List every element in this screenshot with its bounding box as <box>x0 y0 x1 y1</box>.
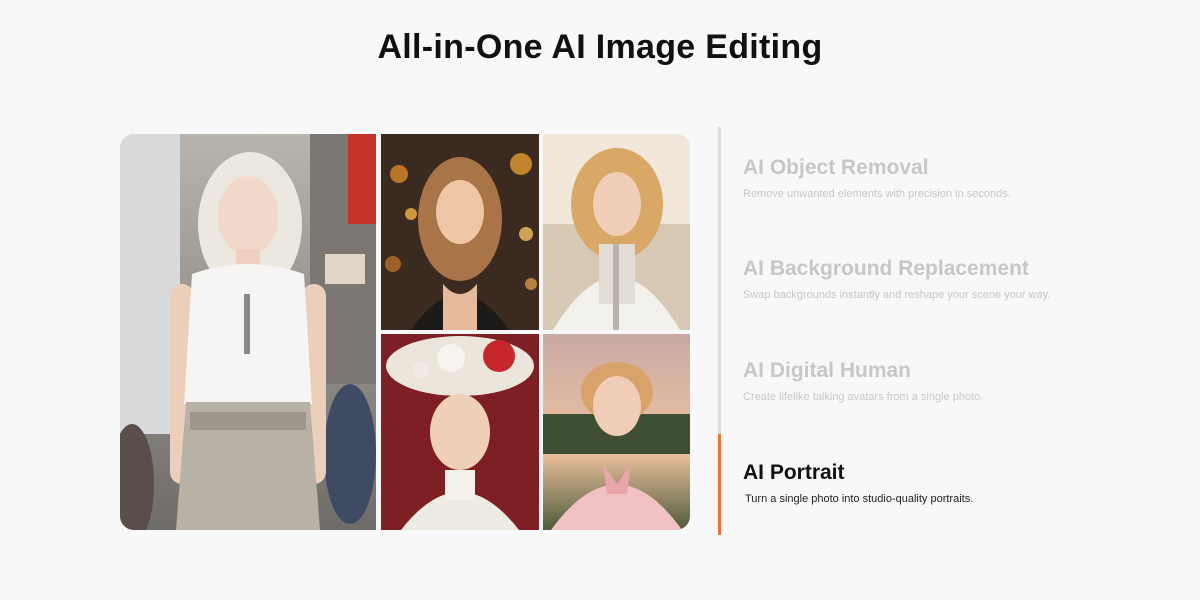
flower-hat-portrait[interactable] <box>381 334 539 530</box>
feature-description: Create lifelike talking avatars from a s… <box>743 391 984 403</box>
feature-description: Turn a single photo into studio-quality … <box>745 493 974 505</box>
feature-description: Swap backgrounds instantly and reshape y… <box>743 289 1051 301</box>
portrait-gallery <box>120 134 690 530</box>
white-jacket-portrait[interactable] <box>543 134 690 330</box>
feature-title: AI Portrait <box>743 461 845 484</box>
feature-digital-human[interactable]: AI Digital Human Create lifelike talking… <box>743 359 1173 403</box>
feature-object-removal[interactable]: AI Object Removal Remove unwanted elemen… <box>743 156 1173 200</box>
feature-title: AI Digital Human <box>743 359 912 382</box>
feature-title: AI Background Replacement <box>743 257 1029 280</box>
feature-background-replacement[interactable]: AI Background Replacement Swap backgroun… <box>743 257 1173 301</box>
sunset-vintage-portrait[interactable] <box>543 334 690 530</box>
bokeh-lights-portrait[interactable] <box>381 134 539 330</box>
feature-title: AI Object Removal <box>743 156 929 179</box>
page-title: All-in-One AI Image Editing <box>377 28 823 66</box>
feature-description: Remove unwanted elements with precision … <box>743 188 1011 200</box>
feature-active-indicator <box>718 434 721 535</box>
street-fashion-portrait[interactable] <box>120 134 376 530</box>
feature-portrait[interactable]: AI Portrait Turn a single photo into stu… <box>743 461 1173 505</box>
